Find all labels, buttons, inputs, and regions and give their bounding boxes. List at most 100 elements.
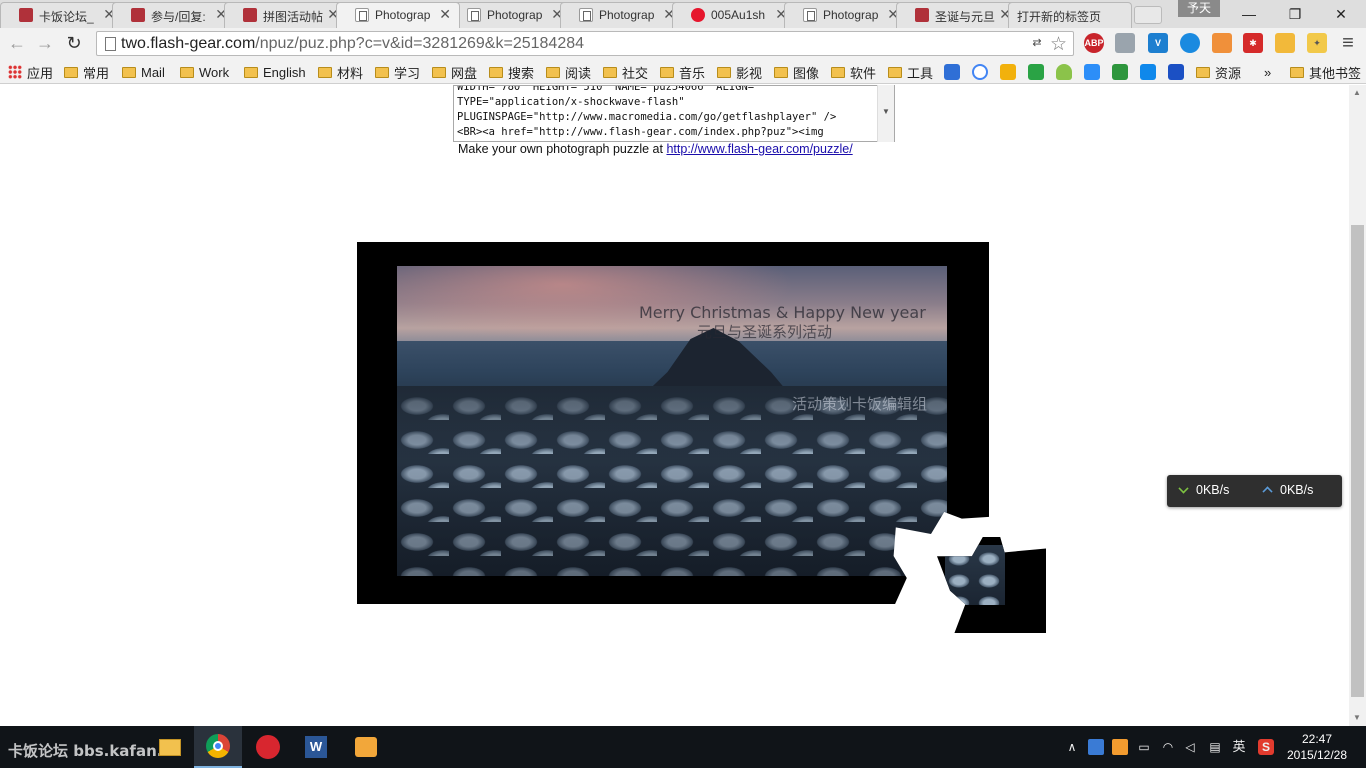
url-text[interactable]: two.flash-gear.com/npuz/puz.php?c=v&id=3… [121,35,584,53]
apps-grid-icon [8,65,22,79]
red-star-icon[interactable]: ✱ [1243,33,1263,53]
wechat-icon[interactable] [1028,64,1044,80]
ime-language-indicator[interactable]: 英 [1231,739,1247,755]
chrome-icon[interactable] [1212,33,1232,53]
tray-manager-icon[interactable] [1112,739,1128,755]
translate-icon[interactable]: ⇄ [1029,36,1045,51]
download-value: 0KB/s [1196,483,1230,497]
baidu-icon[interactable] [944,64,960,80]
bookmark-label: 学习 [394,65,421,81]
bookmark-folder[interactable]: 音乐 [660,62,705,82]
image-icon[interactable] [1115,33,1135,53]
search-icon[interactable] [1180,33,1200,53]
textarea-scrollbar[interactable]: ▼ [877,85,894,142]
bookmark-folder[interactable]: 阅读 [546,62,591,82]
chrome-taskbar-button[interactable] [194,726,242,768]
tab-title: 参与/回复: [151,10,206,24]
download-arrow-icon [1178,482,1189,494]
tab-title: Photograp [487,8,543,22]
scrollbar-thumb[interactable] [1351,225,1364,697]
sogou-input-icon[interactable]: S [1258,739,1274,755]
bookmark-folder[interactable]: 学习 [375,62,420,82]
package-icon [355,737,377,757]
back-button[interactable]: ← [5,32,29,54]
volume-icon[interactable]: ◁ [1182,739,1198,755]
bookmarks-overflow-button[interactable]: » [1264,62,1271,82]
embed-code-textarea[interactable]: WIDTH="780" HEIGHT="510" NAME="puz54066"… [453,85,895,142]
tab-6[interactable]: Photograp ✕ [560,2,684,28]
minimize-button[interactable]: — [1226,0,1272,28]
zhihu-icon[interactable] [1140,64,1156,80]
puzzle-board[interactable]: Merry Christmas & Happy New year 元旦与圣诞系列… [357,242,997,622]
bookmark-folder[interactable]: 常用 [64,62,109,82]
wifi-icon[interactable]: ◠ [1160,739,1176,755]
tab-3[interactable]: 拼图活动帖 ✕ [224,2,348,28]
bing-icon[interactable] [1000,64,1016,80]
puzzle-link[interactable]: http://www.flash-gear.com/puzzle/ [666,142,852,156]
other-bookmarks[interactable]: 其他书签 [1290,62,1361,82]
forward-button[interactable]: → [33,32,57,54]
bookmark-folder[interactable]: 社交 [603,62,648,82]
bookmark-star-icon[interactable]: ☆ [1050,33,1067,56]
tab-5[interactable]: Photograp ✕ [448,2,572,28]
bookmark-folder[interactable]: Work [180,62,229,82]
action-center-icon[interactable]: ▤ [1207,739,1223,755]
close-icon[interactable]: ✕ [439,6,451,23]
bookmark-folder[interactable]: English [244,62,306,82]
bookmark-label: 社交 [622,65,649,81]
puzzle-icon[interactable]: ✦ [1307,33,1327,53]
app-icon[interactable] [1084,64,1100,80]
google-icon[interactable] [972,64,988,80]
grid-icon[interactable] [1168,64,1184,80]
adblock-plus-icon[interactable]: ABP [1084,33,1104,53]
package-app-button[interactable] [342,726,390,768]
tab-8[interactable]: Photograp ✕ [784,2,908,28]
file-explorer-button[interactable] [146,726,194,768]
tab-4-active[interactable]: Photograp ✕ [336,2,460,28]
tab-strip: 卡饭论坛_ ✕ 参与/回复: ✕ 拼图活动帖 ✕ Photograp ✕ Pho… [0,0,1366,28]
word-button[interactable]: W [292,726,340,768]
tab-9[interactable]: 圣诞与元旦 ✕ [896,2,1020,28]
scroll-down-arrow-icon[interactable]: ▼ [882,107,890,116]
folder-icon[interactable] [1275,33,1295,53]
bookmark-folder[interactable]: 工具 [888,62,933,82]
restore-button[interactable]: ❐ [1272,0,1318,28]
page-content: WIDTH="780" HEIGHT="510" NAME="puz54066"… [0,85,1349,726]
bookmark-folder[interactable]: 资源 [1196,62,1241,82]
user-profile-badge[interactable]: 予天 [1178,0,1220,17]
netspeed-widget[interactable]: 0KB/s 0KB/s [1167,475,1342,507]
menu-icon[interactable]: ≡ [1336,32,1360,54]
tab-2[interactable]: 参与/回复: ✕ [112,2,236,28]
page-info-icon[interactable] [105,37,116,51]
page-scrollbar[interactable]: ▲ ▼ [1349,85,1366,726]
douban-icon[interactable] [1112,64,1128,80]
close-window-button[interactable]: ✕ [1318,0,1364,28]
power-icon[interactable]: ▭ [1136,739,1152,755]
folder-icon [660,66,674,78]
netease-music-button[interactable] [244,726,292,768]
reload-button[interactable]: ↻ [62,32,86,54]
bookmark-folder[interactable]: 材料 [318,62,363,82]
v-icon[interactable]: V [1148,33,1168,53]
tab-title: Photograp [375,8,431,22]
tab-10-new-tab[interactable]: 打开新的标签页 [1008,2,1132,28]
scroll-down-arrow-icon[interactable]: ▼ [1353,713,1361,722]
tray-app-icon[interactable] [1088,739,1104,755]
taskbar-clock[interactable]: 22:47 2015/12/28 [1282,731,1352,763]
page-icon [355,8,369,22]
tray-chevron-icon[interactable]: ∧ [1064,739,1080,755]
bookmark-folder[interactable]: 搜索 [489,62,534,82]
address-bar[interactable]: two.flash-gear.com/npuz/puz.php?c=v&id=3… [96,31,1074,56]
bookmark-folder[interactable]: 软件 [831,62,876,82]
bookmark-folder[interactable]: 图像 [774,62,819,82]
tab-1[interactable]: 卡饭论坛_ ✕ [0,2,124,28]
tab-7[interactable]: 005Au1sh ✕ [672,2,796,28]
bookmark-apps[interactable]: 应用 [8,62,53,82]
bookmark-folder[interactable]: 影视 [717,62,762,82]
bookmark-folder[interactable]: 网盘 [432,62,477,82]
android-icon[interactable] [1056,64,1072,80]
photo-organizer: 活动策划卡饭编辑组 [792,395,928,413]
new-tab-button[interactable] [1134,6,1162,24]
scroll-up-arrow-icon[interactable]: ▲ [1353,88,1361,97]
bookmark-folder[interactable]: Mail [122,62,165,82]
